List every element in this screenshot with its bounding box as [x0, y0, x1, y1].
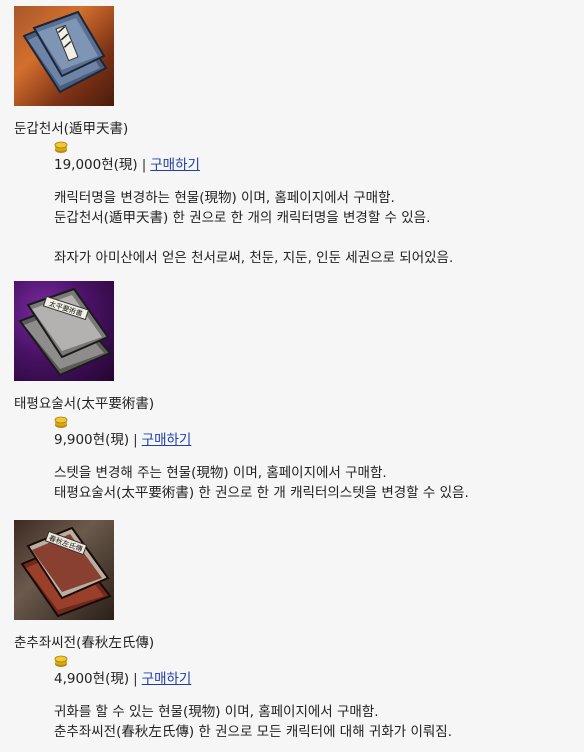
gold-coin-icon	[54, 415, 68, 429]
buy-link[interactable]: 구매하기	[142, 671, 192, 687]
item-description: 귀화를 할 수 있는 현물(現物) 이며, 홈페이지에서 구매함. 춘추좌씨전(…	[54, 702, 580, 742]
item-title: 춘추좌씨전(春秋左氏傳)	[14, 635, 155, 651]
item-description: 스텟을 변경해 주는 현물(現物) 이며, 홈페이지에서 구매함. 태평요술서(…	[54, 463, 580, 503]
product-item: 둔갑천서(遁甲天書) 19,000현(現) | 구매하기 캐릭터명을 변경하는 현물…	[14, 6, 580, 268]
description-line: 춘추좌씨전(春秋左氏傳) 한 권으로 모든 캐릭터에 대해 귀화가 이뤄짐.	[54, 724, 453, 740]
blue-book-item-icon	[14, 6, 114, 106]
buy-link[interactable]: 구매하기	[150, 157, 200, 173]
item-price: 4,900현(現)	[54, 671, 130, 687]
description-line: 캐릭터명을 변경하는 현물(現物) 이며, 홈페이지에서 구매함.	[54, 190, 395, 206]
item-description: 캐릭터명을 변경하는 현물(現物) 이며, 홈페이지에서 구매함. 둔갑천서(遁…	[54, 188, 580, 268]
description-line: 좌자가 아미산에서 얻은 천서로써, 천둔, 지둔, 인둔 세권으로 되어있음.	[54, 250, 454, 266]
item-price: 9,900현(現)	[54, 432, 130, 448]
gold-coin-icon	[54, 140, 68, 154]
price-separator: |	[133, 671, 138, 687]
description-line: 태평요술서(太平要術書) 한 권으로 한 개 캐릭터의스텟을 변경할 수 있음.	[54, 485, 469, 501]
description-line: 둔갑천서(遁甲天書) 한 권으로 한 개의 캐릭터명을 변경할 수 있음.	[54, 210, 431, 226]
description-line: 귀화를 할 수 있는 현물(現物) 이며, 홈페이지에서 구매함.	[54, 704, 379, 720]
stone-book-item-icon: 太平要術書	[14, 281, 114, 381]
price-separator: |	[133, 432, 138, 448]
buy-link[interactable]: 구매하기	[142, 432, 192, 448]
item-price: 19,000현(現)	[54, 157, 138, 173]
red-book-item-icon: 春秋左氏傳	[14, 520, 114, 620]
product-item: 太平要術書 태평요술서(太平要術書) 9,900현(現) | 구매하기 스텟을 변경…	[14, 281, 580, 503]
item-title: 태평요술서(太平要術書)	[14, 396, 155, 412]
gold-coin-icon	[54, 654, 68, 668]
product-item: 春秋左氏傳 춘추좌씨전(春秋左氏傳) 4,900현(現) | 구매하기 귀화를 할 …	[14, 520, 580, 742]
description-line: 스텟을 변경해 주는 현물(現物) 이며, 홈페이지에서 구매함.	[54, 465, 387, 481]
item-title: 둔갑천서(遁甲天書)	[14, 121, 129, 137]
price-separator: |	[141, 157, 147, 173]
